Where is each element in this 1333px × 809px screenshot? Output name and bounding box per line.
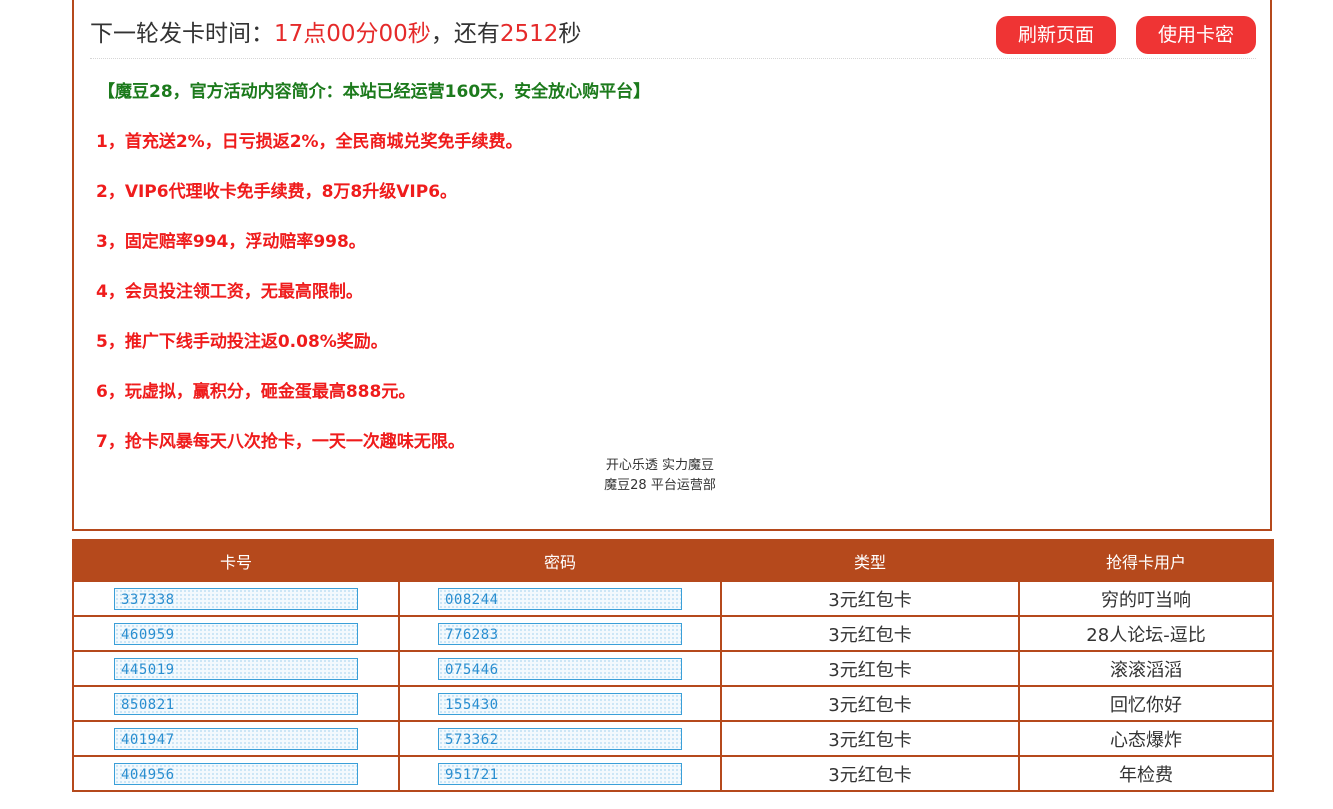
card-type-cell: 3元红包卡	[720, 650, 1020, 687]
card-number-cell: 850821	[72, 685, 400, 722]
card-type-cell: 3元红包卡	[720, 720, 1020, 757]
countdown-mid: ，还有	[430, 21, 500, 47]
user-cell: 穷的叮当响	[1018, 580, 1274, 617]
table-row: 460959 776283 3元红包卡 28人论坛-逗比	[72, 615, 1274, 652]
announcement-item: 2，VIP6代理收卡免手续费，8万8升级VIP6。	[96, 182, 458, 202]
column-header-password: 密码	[398, 539, 722, 582]
table-row: 404956 951721 3元红包卡 年检费	[72, 755, 1274, 792]
announcement-item: 7，抢卡风暴每天八次抢卡，一天一次趣味无限。	[96, 432, 465, 452]
countdown-header: 下一轮发卡时间：17点00分00秒，还有2512秒 刷新页面 使用卡密	[90, 0, 1256, 59]
password-cell: 951721	[398, 755, 722, 792]
table-row: 850821 155430 3元红包卡 回忆你好	[72, 685, 1274, 722]
announcement-item: 6，玩虚拟，赢积分，砸金蛋最高888元。	[96, 382, 416, 402]
announcement-item: 1，首充送2%，日亏损返2%，全民商城兑奖免手续费。	[96, 132, 523, 152]
announcement-panel: 下一轮发卡时间：17点00分00秒，还有2512秒 刷新页面 使用卡密 【魔豆2…	[72, 0, 1272, 531]
announcement-title: 【魔豆28，官方活动内容简介：本站已经运营160天，安全放心购平台】	[98, 82, 651, 102]
card-number-cell: 337338	[72, 580, 400, 617]
card-type-cell: 3元红包卡	[720, 685, 1020, 722]
password-field[interactable]: 075446	[438, 657, 682, 680]
password-cell: 075446	[398, 650, 722, 687]
card-number-field[interactable]: 460959	[114, 622, 358, 645]
card-type-cell: 3元红包卡	[720, 755, 1020, 792]
password-field[interactable]: 573362	[438, 727, 682, 750]
user-cell: 28人论坛-逗比	[1018, 615, 1274, 652]
password-field[interactable]: 951721	[438, 762, 682, 785]
password-cell: 573362	[398, 720, 722, 757]
countdown-suffix: 秒	[558, 21, 582, 47]
card-number-cell: 404956	[72, 755, 400, 792]
use-card-button[interactable]: 使用卡密	[1136, 16, 1256, 54]
card-table: 卡号 密码 类型 抢得卡用户 337338 008244 3元红包卡 穷的叮当响…	[72, 539, 1274, 792]
user-cell: 滚滚滔滔	[1018, 650, 1274, 687]
column-header-user: 抢得卡用户	[1018, 539, 1274, 582]
password-cell: 008244	[398, 580, 722, 617]
card-number-field[interactable]: 401947	[114, 727, 358, 750]
card-number-field[interactable]: 850821	[114, 692, 358, 715]
password-field[interactable]: 776283	[438, 622, 682, 645]
signature-block: 开心乐透 实力魔豆 魔豆28 平台运营部	[74, 456, 1270, 496]
column-header-type: 类型	[720, 539, 1020, 582]
card-number-cell: 445019	[72, 650, 400, 687]
card-type-cell: 3元红包卡	[720, 580, 1020, 617]
password-field[interactable]: 155430	[438, 692, 682, 715]
countdown-time: 17点00分00秒	[274, 21, 431, 47]
announcement-item: 4，会员投注领工资，无最高限制。	[96, 282, 363, 302]
signature-line: 魔豆28 平台运营部	[604, 478, 716, 493]
table-row: 337338 008244 3元红包卡 穷的叮当响	[72, 580, 1274, 617]
password-cell: 776283	[398, 615, 722, 652]
table-row: 401947 573362 3元红包卡 心态爆炸	[72, 720, 1274, 757]
card-number-field[interactable]: 445019	[114, 657, 358, 680]
countdown-prefix: 下一轮发卡时间：	[90, 21, 274, 47]
card-number-cell: 401947	[72, 720, 400, 757]
password-cell: 155430	[398, 685, 722, 722]
table-header-row: 卡号 密码 类型 抢得卡用户	[72, 539, 1274, 582]
card-number-field[interactable]: 404956	[114, 762, 358, 785]
user-cell: 回忆你好	[1018, 685, 1274, 722]
card-number-cell: 460959	[72, 615, 400, 652]
user-cell: 心态爆炸	[1018, 720, 1274, 757]
user-cell: 年检费	[1018, 755, 1274, 792]
table-row: 445019 075446 3元红包卡 滚滚滔滔	[72, 650, 1274, 687]
password-field[interactable]: 008244	[438, 587, 682, 610]
card-number-field[interactable]: 337338	[114, 587, 358, 610]
card-type-cell: 3元红包卡	[720, 615, 1020, 652]
announcement-item: 3，固定赔率994，浮动赔率998。	[96, 232, 366, 252]
announcement-content: 【魔豆28，官方活动内容简介：本站已经运营160天，安全放心购平台】 1，首充送…	[96, 80, 650, 454]
countdown-seconds: 2512	[499, 21, 559, 47]
refresh-page-button[interactable]: 刷新页面	[996, 16, 1116, 54]
countdown-text: 下一轮发卡时间：17点00分00秒，还有2512秒	[90, 14, 581, 48]
announcement-item: 5，推广下线手动投注返0.08%奖励。	[96, 332, 388, 352]
column-header-card-number: 卡号	[72, 539, 400, 582]
signature-line: 开心乐透 实力魔豆	[605, 458, 715, 473]
